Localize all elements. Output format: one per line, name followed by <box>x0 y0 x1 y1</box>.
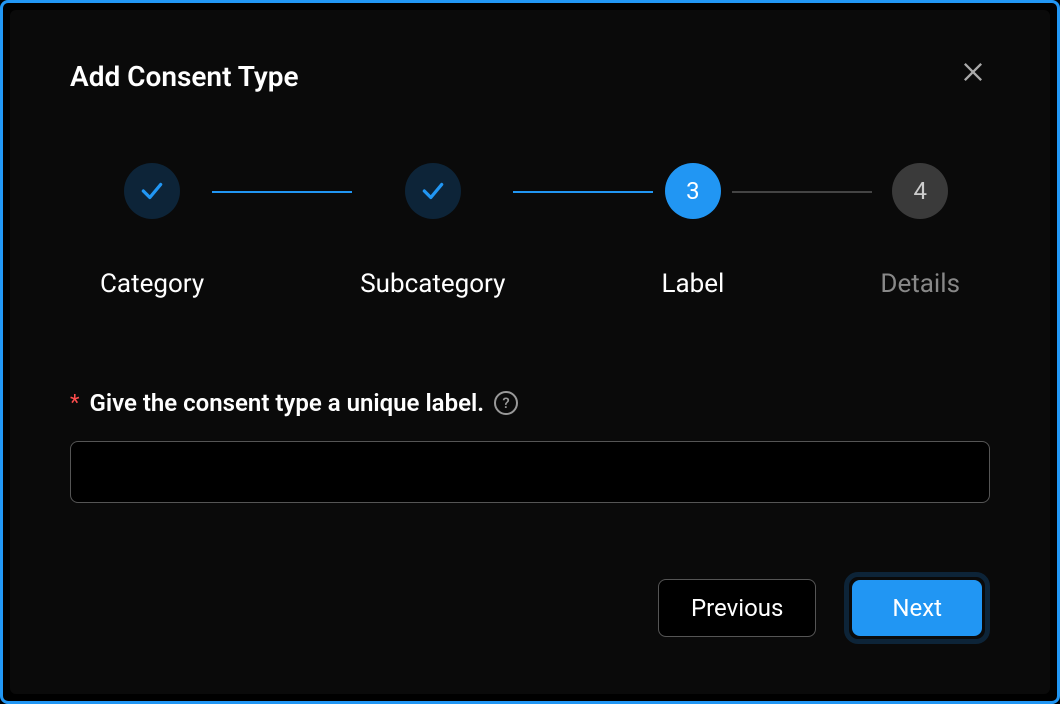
step-circle-completed <box>405 163 461 219</box>
required-indicator: * <box>70 391 79 416</box>
form-section: * Give the consent type a unique label. … <box>70 389 990 503</box>
step-connector <box>513 191 653 193</box>
step-details[interactable]: 4 Details <box>880 163 960 299</box>
field-label: Give the consent type a unique label. <box>89 389 484 417</box>
step-subcategory[interactable]: Subcategory <box>360 163 505 299</box>
close-button[interactable] <box>951 50 995 94</box>
wizard-stepper: Category Subcategory 3 Label 4 Details <box>70 163 990 299</box>
step-label: Details <box>880 269 960 299</box>
add-consent-type-dialog: Add Consent Type Category <box>10 10 1050 694</box>
step-category[interactable]: Category <box>100 163 204 299</box>
checkmark-icon <box>420 178 446 204</box>
next-button[interactable]: Next <box>852 580 982 636</box>
step-label: Label <box>661 269 724 299</box>
step-connector <box>212 191 352 193</box>
consent-label-input[interactable] <box>70 441 990 503</box>
step-circle-completed <box>124 163 180 219</box>
step-label: Category <box>100 269 204 299</box>
checkmark-icon <box>139 178 165 204</box>
close-icon <box>959 58 987 86</box>
form-label-row: * Give the consent type a unique label. … <box>70 389 990 417</box>
dialog-footer: Previous Next <box>658 572 990 644</box>
help-icon[interactable]: ? <box>494 391 518 415</box>
step-label: Subcategory <box>360 269 505 299</box>
next-button-highlight: Next <box>844 572 990 644</box>
dialog-title: Add Consent Type <box>70 60 299 93</box>
step-circle-active: 3 <box>665 163 721 219</box>
step-circle-pending: 4 <box>892 163 948 219</box>
step-label[interactable]: 3 Label <box>661 163 724 299</box>
dialog-header: Add Consent Type <box>70 60 990 93</box>
step-connector <box>732 191 872 193</box>
previous-button[interactable]: Previous <box>658 579 816 637</box>
